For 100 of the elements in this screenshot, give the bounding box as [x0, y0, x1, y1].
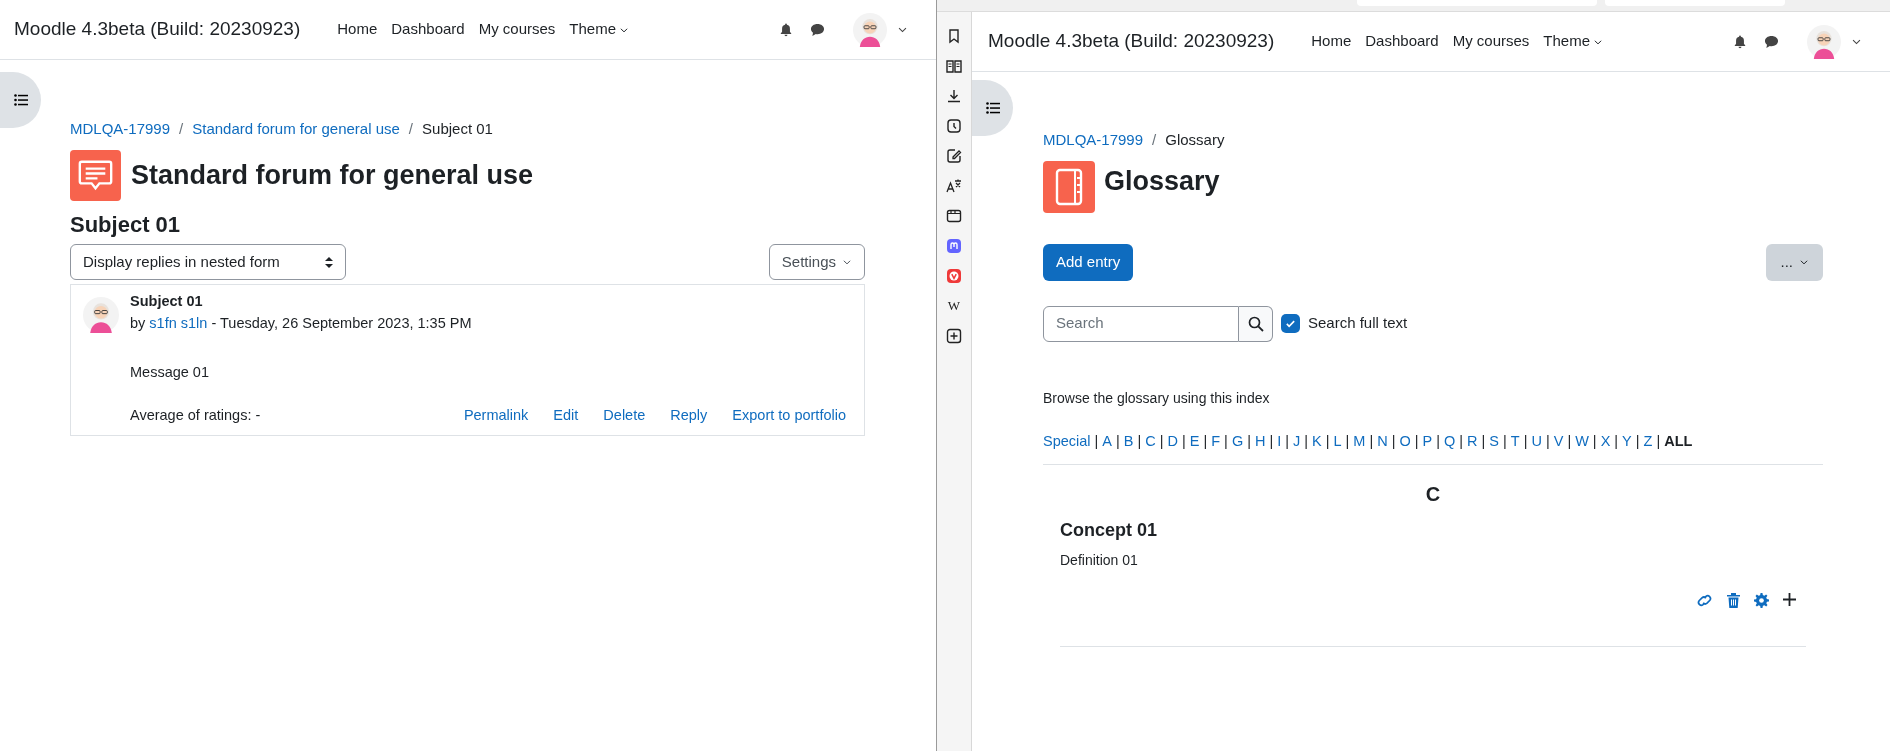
index-letter-link[interactable]: R	[1467, 430, 1478, 453]
drawer-toggle-button[interactable]	[972, 80, 1013, 136]
index-separator: |	[1414, 431, 1419, 451]
vivaldi-panel-icon[interactable]	[946, 268, 962, 284]
index-letter-link[interactable]: S	[1489, 430, 1499, 453]
index-letter-link[interactable]: T	[1510, 430, 1520, 453]
add-panel-icon[interactable]	[946, 328, 962, 344]
site-name[interactable]: Moodle 4.3beta (Build: 20230923)	[988, 27, 1275, 56]
breadcrumb-separator: /	[408, 119, 414, 139]
index-letter-link[interactable]: B	[1123, 430, 1134, 453]
more-menu-button[interactable]: ...	[1766, 243, 1823, 281]
notes-panel-icon[interactable]	[946, 148, 962, 164]
post-action-link[interactable]: Edit	[553, 405, 579, 427]
index-letter-link[interactable]: C	[1145, 430, 1156, 453]
nav-link[interactable]: My courses	[1445, 30, 1537, 53]
index-separator: |	[1325, 431, 1330, 451]
index-separator: |	[1545, 431, 1550, 451]
post-action-link[interactable]: Permalink	[463, 405, 529, 427]
translate-panel-icon[interactable]	[946, 178, 962, 194]
index-letter-link[interactable]: K	[1312, 430, 1322, 453]
letter-heading: C	[1424, 482, 1442, 508]
index-separator: |	[1614, 431, 1619, 451]
user-menu[interactable]	[853, 12, 908, 47]
mastodon-panel-icon[interactable]	[946, 238, 962, 254]
index-letter-link[interactable]: P	[1422, 430, 1433, 453]
nav-link[interactable]: Theme	[1536, 30, 1611, 53]
index-separator: |	[1203, 431, 1208, 451]
index-separator: |	[1345, 431, 1350, 451]
index-separator: |	[1592, 431, 1597, 451]
nav-link[interactable]: Home	[1304, 30, 1359, 53]
nav-link[interactable]: Dashboard	[384, 18, 472, 41]
bell-icon[interactable]	[779, 22, 793, 37]
search-field[interactable]: Search	[1043, 305, 1239, 342]
chat-icon[interactable]	[810, 22, 825, 37]
index-separator: |	[1285, 431, 1289, 451]
index-letter-link[interactable]: V	[1553, 430, 1564, 453]
nav-link[interactable]: Home	[330, 18, 385, 41]
search-button[interactable]	[1239, 305, 1273, 342]
index-separator: |	[1523, 431, 1528, 451]
index-letter-link[interactable]: H	[1254, 430, 1266, 453]
gear-icon[interactable]	[1754, 593, 1769, 609]
index-separator: |	[1247, 431, 1251, 451]
index-separator: |	[1159, 431, 1164, 451]
index-letter-link[interactable]: D	[1167, 430, 1178, 453]
index-letter-link[interactable]: Special	[1043, 430, 1091, 453]
nav-link[interactable]: My courses	[471, 18, 563, 41]
reader-panel-icon[interactable]	[946, 58, 962, 74]
display-mode-select[interactable]: Display replies in nested form	[70, 244, 346, 280]
add-entry-button[interactable]: Add entry	[1043, 243, 1134, 281]
checkbox-label[interactable]: Search full text	[1308, 312, 1408, 335]
index-letter-link[interactable]: F	[1211, 430, 1221, 453]
index-letter-link[interactable]: U	[1531, 430, 1542, 453]
wiki-panel-icon[interactable]: W	[947, 298, 961, 314]
page-title: Standard forum for general use	[131, 161, 534, 189]
index-letter-link[interactable]: M	[1353, 430, 1366, 453]
settings-button[interactable]: Settings	[768, 244, 865, 280]
nav-link[interactable]: Theme	[562, 18, 637, 41]
history-panel-icon[interactable]	[946, 118, 962, 134]
index-letter-link[interactable]: X	[1600, 430, 1611, 453]
trash-icon[interactable]	[1727, 593, 1740, 609]
index-letter-link[interactable]: Q	[1444, 430, 1456, 453]
nav-link[interactable]: Dashboard	[1358, 30, 1446, 53]
list-icon	[13, 94, 28, 106]
download-panel-icon[interactable]	[946, 88, 962, 104]
checkmark-icon	[1285, 318, 1296, 329]
index-letter-link[interactable]: I	[1277, 430, 1282, 453]
index-letter-link[interactable]: E	[1189, 430, 1200, 453]
window-panel-icon[interactable]	[946, 208, 962, 224]
user-menu[interactable]	[1807, 24, 1862, 59]
index-letter-link[interactable]: N	[1377, 430, 1388, 453]
index-separator: |	[1567, 431, 1572, 451]
index-separator: |	[1224, 431, 1228, 451]
breadcrumb-separator: /	[1152, 130, 1157, 150]
index-letter-link[interactable]: L	[1333, 430, 1342, 453]
plus-icon[interactable]	[1783, 593, 1796, 607]
post-action-link[interactable]: Export to portfolio	[732, 405, 846, 427]
breadcrumb-link[interactable]: MDLQA-17999	[1043, 129, 1144, 152]
site-name[interactable]: Moodle 4.3beta (Build: 20230923)	[14, 15, 301, 44]
index-current-letter[interactable]: ALL	[1664, 430, 1693, 453]
bell-icon[interactable]	[1733, 34, 1747, 49]
index-letter-link[interactable]: G	[1231, 430, 1244, 453]
index-letter-link[interactable]: Y	[1622, 430, 1632, 453]
checkbox[interactable]	[1281, 314, 1300, 333]
index-letter-link[interactable]: Z	[1643, 430, 1653, 453]
index-separator: |	[1094, 431, 1099, 451]
bookmark-panel-icon[interactable]	[946, 28, 962, 44]
index-letter-link[interactable]: O	[1399, 430, 1411, 453]
index-letter-link[interactable]: J	[1293, 430, 1301, 453]
breadcrumb-link[interactable]: Standard forum for general use	[192, 118, 400, 141]
link-icon[interactable]	[1696, 593, 1713, 609]
post-action-link[interactable]: Delete	[603, 405, 646, 427]
author-link[interactable]: s1fn s1ln	[149, 314, 208, 331]
drawer-toggle-button[interactable]	[0, 72, 41, 128]
chat-icon[interactable]	[1764, 34, 1779, 49]
index-separator: |	[1481, 431, 1486, 451]
index-letter-link[interactable]: W	[1575, 430, 1589, 453]
index-letter-link[interactable]: A	[1102, 430, 1112, 453]
breadcrumb-link[interactable]: MDLQA-17999	[70, 118, 171, 141]
discussion-title: Subject 01	[70, 210, 182, 238]
post-action-link[interactable]: Reply	[670, 405, 708, 427]
